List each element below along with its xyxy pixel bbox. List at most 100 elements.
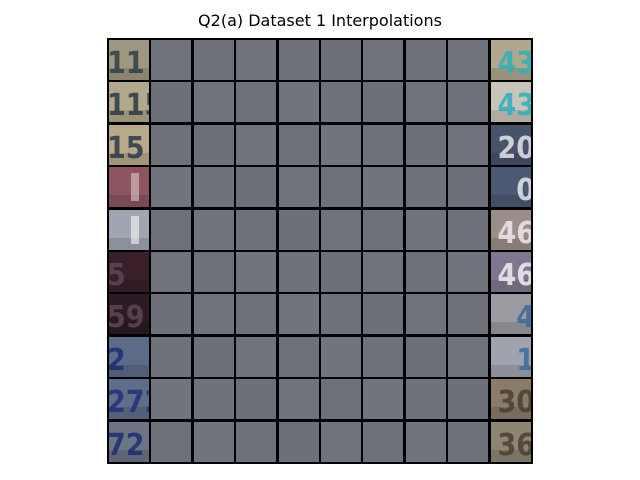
interpolated-image-cell	[321, 294, 361, 335]
interpolated-image-cell	[236, 82, 277, 123]
interpolated-image-cell	[193, 379, 234, 420]
interpolated-image-cell	[448, 294, 489, 335]
interpolated-image-cell	[193, 252, 234, 292]
thumbnail-image: 0	[490, 167, 531, 208]
interpolated-image-cell	[448, 336, 489, 377]
target-image-cell: 0	[490, 167, 531, 208]
digit-glyph: 5	[109, 258, 126, 292]
source-image-cell: 5	[109, 252, 149, 292]
interpolated-image-cell	[236, 209, 277, 250]
interpolated-image-cell	[151, 421, 192, 462]
source-image-cell	[109, 167, 149, 208]
thumbnail-image: 115	[109, 82, 149, 123]
digit-glyph: 15	[109, 131, 145, 165]
interpolated-image-cell	[236, 40, 277, 80]
interpolated-image-cell	[363, 252, 404, 292]
digit-glyph: 4	[516, 300, 531, 334]
interpolated-image-cell	[405, 421, 446, 462]
source-image-cell: 59	[109, 294, 149, 335]
interpolated-image-cell	[321, 209, 361, 250]
interpolated-image-cell	[363, 294, 404, 335]
interpolated-image-cell	[405, 124, 446, 165]
source-image-cell: 2	[109, 336, 149, 377]
target-image-cell: 46	[490, 252, 531, 292]
interpolated-image-cell	[405, 252, 446, 292]
interpolated-image-cell	[193, 124, 234, 165]
digit-glyph: 30	[497, 385, 531, 419]
thumbnail-image	[109, 209, 149, 250]
interpolated-image-cell	[321, 82, 361, 123]
thumbnail-image	[109, 167, 149, 208]
interpolated-image-cell	[448, 40, 489, 80]
interpolated-image-cell	[278, 82, 319, 123]
thumbnail-image: 20	[490, 124, 531, 165]
interpolated-image-cell	[151, 167, 192, 208]
thumbnail-image: 15	[109, 124, 149, 165]
interpolated-image-cell	[193, 294, 234, 335]
interpolated-image-cell	[151, 209, 192, 250]
interpolated-image-cell	[363, 82, 404, 123]
interpolated-image-cell	[193, 421, 234, 462]
interpolated-image-cell	[321, 167, 361, 208]
source-image-cell: 272	[109, 379, 149, 420]
interpolated-image-cell	[236, 167, 277, 208]
interpolated-image-cell	[448, 209, 489, 250]
thumbnail-image: 43	[490, 40, 531, 80]
interpolated-image-cell	[151, 379, 192, 420]
interpolated-image-cell	[448, 167, 489, 208]
digit-glyph: 20	[497, 131, 531, 165]
interpolated-image-cell	[321, 421, 361, 462]
interpolated-image-cell	[193, 82, 234, 123]
digit-glyph: 43	[497, 88, 531, 122]
target-image-cell: 4	[490, 294, 531, 335]
interpolated-image-cell	[278, 40, 319, 80]
interpolated-image-cell	[363, 167, 404, 208]
interpolated-image-cell	[405, 167, 446, 208]
thumbnail-image: 1	[490, 336, 531, 377]
target-image-cell: 1	[490, 336, 531, 377]
interpolated-image-cell	[236, 124, 277, 165]
interpolated-image-cell	[236, 294, 277, 335]
thumbnail-image: 272	[109, 379, 149, 420]
digit-glyph: 11	[109, 46, 145, 80]
interpolated-image-cell	[363, 209, 404, 250]
thumbnail-image: 46	[490, 252, 531, 292]
target-image-cell: 20	[490, 124, 531, 165]
interpolated-image-cell	[236, 379, 277, 420]
interpolated-image-cell	[236, 336, 277, 377]
interpolated-image-cell	[278, 167, 319, 208]
interpolated-image-cell	[278, 421, 319, 462]
target-image-cell: 43	[490, 82, 531, 123]
target-image-cell: 36	[490, 421, 531, 462]
thumbnail-image: 43	[490, 82, 531, 123]
source-image-cell: 115	[109, 82, 149, 123]
digit-glyph: 2	[109, 343, 126, 377]
interpolated-image-cell	[448, 252, 489, 292]
interpolated-image-cell	[193, 167, 234, 208]
image-grid: 11 43 115 43 15 20 0 46 5 46 59 4 2 1 272 30 72 36	[107, 38, 533, 464]
interpolated-image-cell	[321, 252, 361, 292]
interpolated-image-cell	[321, 379, 361, 420]
interpolated-image-cell	[405, 379, 446, 420]
interpolated-image-cell	[448, 124, 489, 165]
interpolated-image-cell	[405, 336, 446, 377]
target-image-cell: 43	[490, 40, 531, 80]
interpolated-image-cell	[278, 252, 319, 292]
thumbnail-image: 59	[109, 294, 149, 335]
interpolated-image-cell	[193, 40, 234, 80]
digit-glyph: 115	[109, 88, 149, 122]
digit-glyph: 46	[497, 216, 531, 250]
digit-glyph: 59	[109, 300, 145, 334]
interpolated-image-cell	[321, 40, 361, 80]
interpolated-image-cell	[363, 40, 404, 80]
interpolated-image-cell	[278, 294, 319, 335]
interpolated-image-cell	[405, 294, 446, 335]
interpolated-image-cell	[363, 421, 404, 462]
interpolated-image-cell	[363, 124, 404, 165]
interpolated-image-cell	[278, 124, 319, 165]
source-image-cell: 72	[109, 421, 149, 462]
interpolated-image-cell	[236, 421, 277, 462]
interpolated-image-cell	[151, 124, 192, 165]
interpolated-image-cell	[151, 336, 192, 377]
interpolated-image-cell	[278, 336, 319, 377]
